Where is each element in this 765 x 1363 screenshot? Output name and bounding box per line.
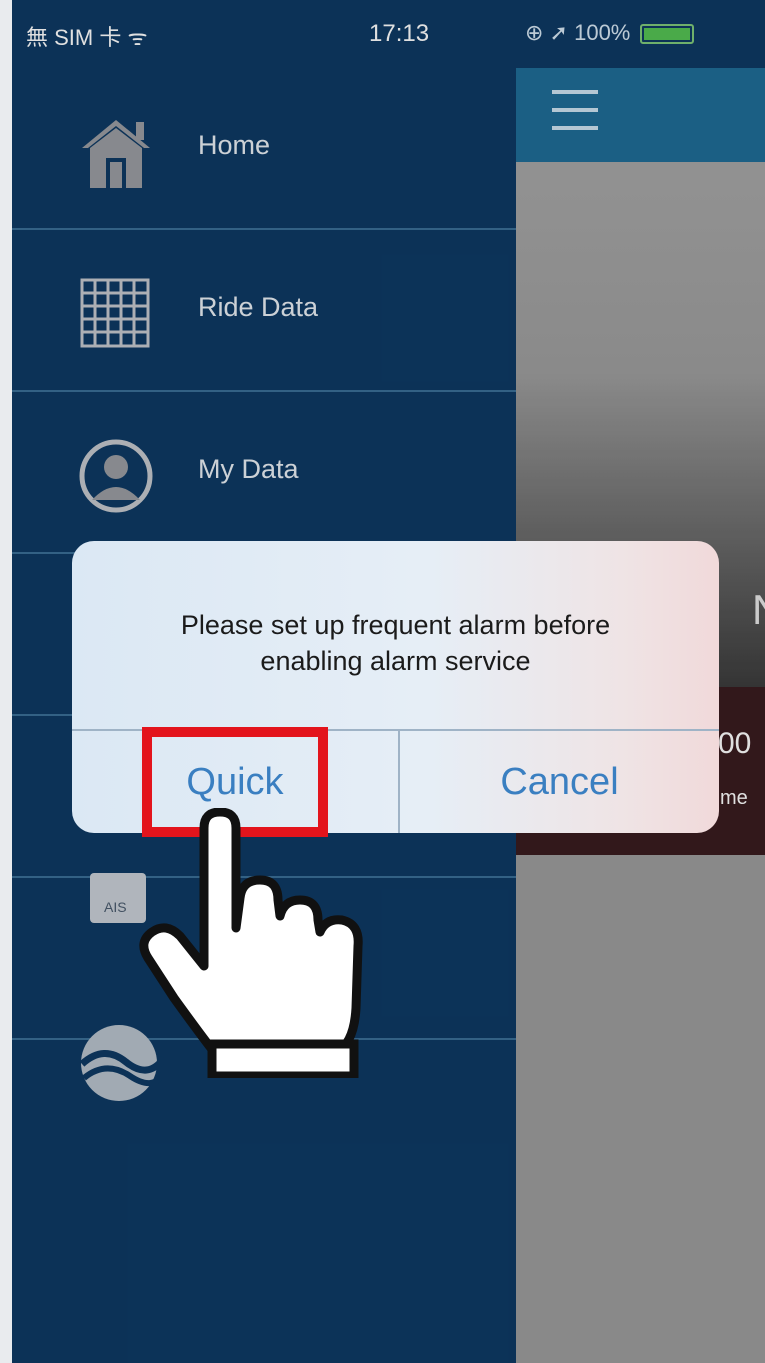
pointing-hand-icon: [139, 808, 363, 1078]
alert-message: Please set up frequent alarm before enab…: [102, 607, 689, 679]
phone-screen: 無 SIM 卡 ᯤ 17:13 ⊕ ➚ 100% Home Ride Data …: [12, 0, 765, 1363]
alert-message-line2: enabling alarm service: [260, 646, 531, 676]
alert-message-line1: Please set up frequent alarm before: [180, 610, 611, 640]
cancel-button[interactable]: Cancel: [400, 731, 719, 833]
